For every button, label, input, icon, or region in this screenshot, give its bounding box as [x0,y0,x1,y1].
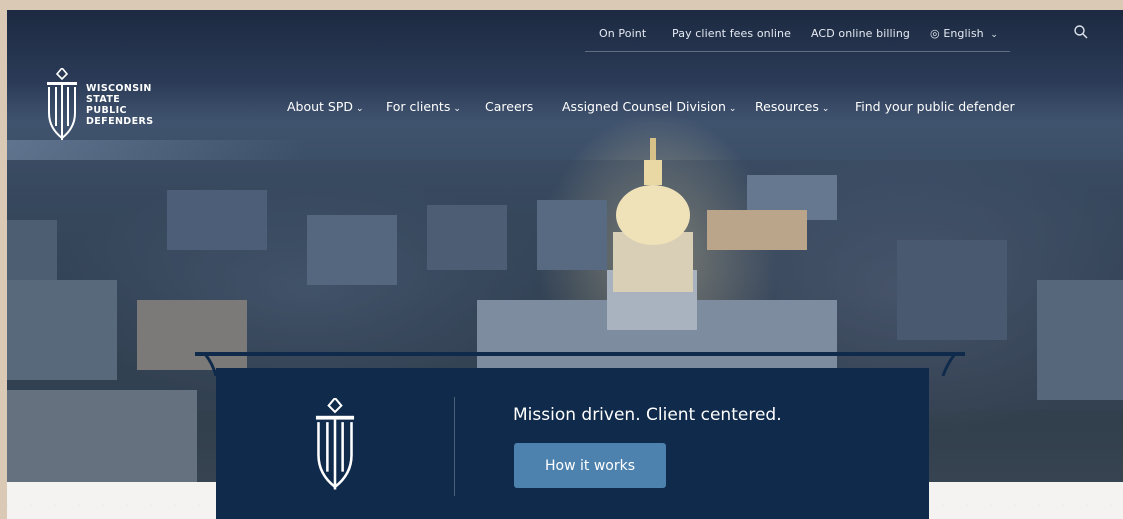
how-it-works-button[interactable]: How it works [514,443,666,488]
chevron-down-icon: ⌄ [990,30,998,40]
nav-acd-label: Assigned Counsel Division [562,99,726,114]
nav-assigned-counsel-division[interactable]: Assigned Counsel Division ⌄ [562,99,736,114]
language-selector[interactable]: ◎ English ⌄ [930,27,998,40]
utility-divider [585,51,1010,52]
sword-shield-logo-icon [47,68,77,140]
language-label: English [943,27,984,40]
nav-for-clients-label: For clients [386,99,451,114]
search-icon[interactable] [1073,24,1089,40]
chevron-down-icon: ⌄ [356,104,364,114]
nav-careers[interactable]: Careers [485,99,533,114]
nav-for-clients[interactable]: For clients ⌄ [386,99,461,114]
globe-icon: ◎ [930,27,940,40]
sword-shield-emblem-icon [315,398,355,490]
logo-line-3: PUBLIC [86,105,127,116]
nav-about-label: About SPD [287,99,354,114]
on-point-link[interactable]: On Point [599,27,646,40]
nav-find-public-defender[interactable]: Find your public defender [855,99,1015,114]
pay-client-fees-link[interactable]: Pay client fees online [672,27,791,40]
acd-online-billing-link[interactable]: ACD online billing [811,27,910,40]
nav-about-spd[interactable]: About SPD ⌄ [287,99,364,114]
logo-wordmark: WISCONSIN STATE PUBLIC DEFENDERS [86,83,153,127]
nav-resources[interactable]: Resources ⌄ [755,99,829,114]
nav-resources-label: Resources [755,99,819,114]
logo-line-1: WISCONSIN [86,83,152,94]
logo-line-4: DEFENDERS [86,116,154,127]
chevron-down-icon: ⌄ [821,104,830,114]
logo-line-2: STATE [86,94,121,105]
mission-tagline: Mission driven. Client centered. [513,405,782,425]
chevron-down-icon: ⌄ [453,104,461,114]
panel-divider [454,397,455,496]
chevron-down-icon: ⌄ [728,104,737,114]
